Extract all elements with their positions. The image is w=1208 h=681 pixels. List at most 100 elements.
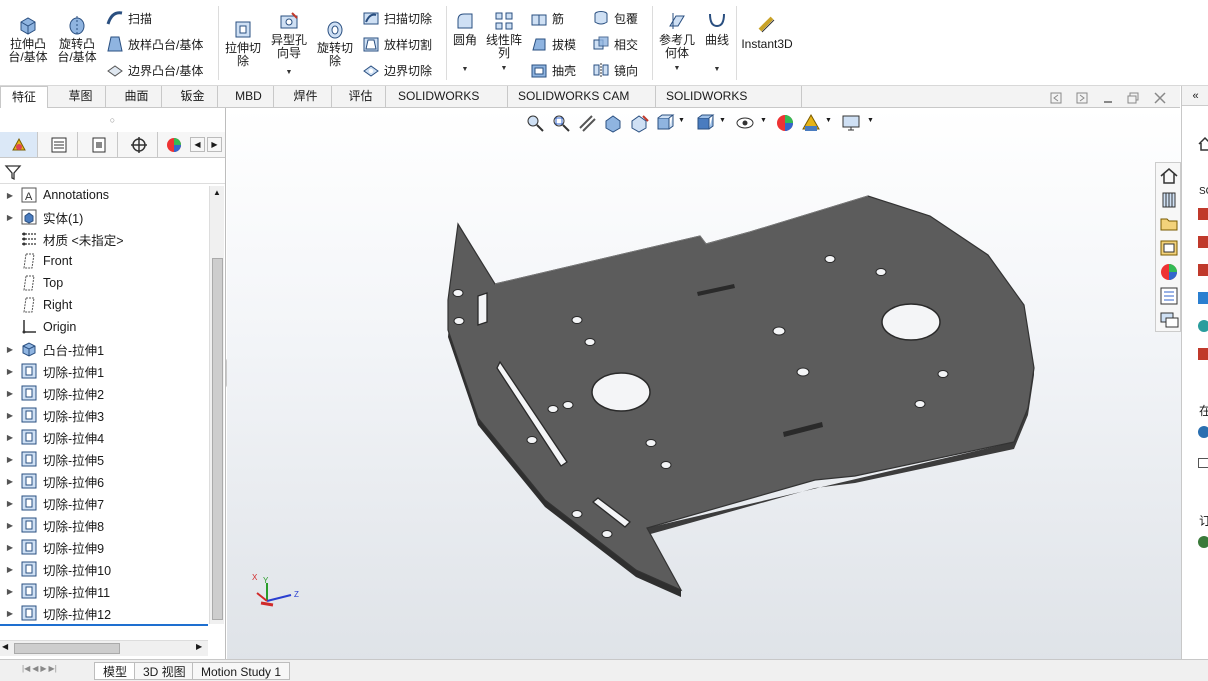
- configuration-manager-tab[interactable]: [80, 132, 118, 157]
- property-manager-tab[interactable]: [40, 132, 78, 157]
- expand-arrow-icon[interactable]: ▶: [0, 455, 20, 464]
- rib-button[interactable]: 筋: [530, 8, 564, 28]
- file-explorer-icon[interactable]: [1158, 213, 1180, 235]
- wrap-button[interactable]: 包覆: [592, 8, 638, 28]
- boundary-boss-button[interactable]: 边界凸台/基体: [106, 60, 203, 80]
- tree-item[interactable]: ▶ 切除-拉伸2: [0, 382, 104, 404]
- tabs-scroll-right-icon[interactable]: ▶: [207, 137, 222, 152]
- expand-arrow-icon[interactable]: ▶: [0, 345, 20, 354]
- tab-sheet-metal[interactable]: 钣金: [168, 86, 218, 107]
- tree-item[interactable]: ▶ 切除-拉伸4: [0, 426, 104, 448]
- tab-model[interactable]: 模型: [94, 662, 137, 680]
- tab-solidworks-cam-tbm[interactable]: SOLIDWORKS CAM TBM: [510, 86, 656, 124]
- fillet-button[interactable]: 圆角 ▼: [450, 10, 480, 76]
- tab-motion-study-1[interactable]: Motion Study 1: [192, 662, 291, 680]
- scroll-right-icon[interactable]: ▶: [196, 642, 202, 651]
- expand-arrow-icon[interactable]: ▶: [0, 587, 20, 596]
- prev-tab-icon[interactable]: ◀: [32, 664, 38, 678]
- resource-link-icon[interactable]: [1198, 320, 1208, 332]
- collapse-task-pane-icon[interactable]: «: [1182, 86, 1208, 106]
- subscription-icon[interactable]: [1198, 536, 1208, 548]
- tree-item[interactable]: ▶ 凸台-拉伸1: [0, 338, 104, 360]
- tree-vertical-scrollbar[interactable]: ▲: [209, 186, 224, 624]
- tree-item[interactable]: ▶ 切除-拉伸12: [0, 602, 111, 624]
- custom-properties-icon[interactable]: [1158, 285, 1180, 307]
- filter-bar[interactable]: [0, 160, 225, 184]
- h-scrollbar-thumb[interactable]: [14, 643, 120, 654]
- scroll-left-icon[interactable]: ◀: [2, 642, 8, 651]
- expand-arrow-icon[interactable]: ▶: [0, 411, 20, 420]
- reference-geometry-button[interactable]: 参考几 何体 ▼: [656, 10, 698, 75]
- expand-arrow-icon[interactable]: ▶: [0, 499, 20, 508]
- tree-item[interactable]: ▶ 切除-拉伸8: [0, 514, 104, 536]
- intersect-button[interactable]: 相交: [592, 34, 638, 54]
- tree-item[interactable]: ▶ 切除-拉伸9: [0, 536, 104, 558]
- globe-icon[interactable]: [1198, 426, 1208, 438]
- appearances-icon[interactable]: [1158, 261, 1180, 283]
- linear-pattern-dropdown-icon[interactable]: ▼: [501, 62, 508, 75]
- tree-item[interactable]: ▶ 实体(1): [0, 206, 83, 228]
- tree-item[interactable]: ▶ 切除-拉伸3: [0, 404, 104, 426]
- home-icon[interactable]: [1158, 165, 1180, 187]
- hole-wizard-button[interactable]: 异型孔 向导 ▼: [268, 10, 310, 79]
- design-library-icon[interactable]: [1158, 189, 1180, 211]
- forum-icon[interactable]: [1158, 309, 1180, 331]
- link-icon[interactable]: [1198, 458, 1208, 468]
- solidworks-resource-icon[interactable]: [1198, 348, 1208, 360]
- tree-item[interactable]: Front: [0, 250, 72, 272]
- part-model[interactable]: [227, 108, 1181, 661]
- restore-left-icon[interactable]: [1050, 92, 1062, 104]
- restore-right-icon[interactable]: [1076, 92, 1088, 104]
- resource-link-icon[interactable]: [1198, 292, 1208, 304]
- view-palette-icon[interactable]: [1158, 237, 1180, 259]
- tree-item[interactable]: ▶ 切除-拉伸10: [0, 558, 111, 580]
- revolve-boss-button[interactable]: 旋转凸 台/基体: [55, 14, 99, 64]
- tab-evaluate[interactable]: 评估: [336, 86, 386, 107]
- close-icon[interactable]: [1154, 92, 1166, 104]
- tree-item[interactable]: ▶ 切除-拉伸11: [0, 580, 110, 602]
- instant3d-button[interactable]: Instant3D: [740, 14, 794, 51]
- mirror-button[interactable]: 镜向: [592, 60, 638, 80]
- expand-arrow-icon[interactable]: ▶: [0, 213, 20, 222]
- expand-arrow-icon[interactable]: ▶: [0, 521, 20, 530]
- tree-item[interactable]: 材质 <未指定>: [0, 228, 124, 250]
- sweep-button[interactable]: 扫描: [106, 8, 152, 28]
- solidworks-resource-icon[interactable]: [1198, 208, 1208, 220]
- next-tab-icon[interactable]: ▶: [40, 664, 46, 678]
- solidworks-resource-icon[interactable]: [1198, 236, 1208, 248]
- filter-icon[interactable]: [4, 163, 22, 181]
- loft-cut-button[interactable]: 放样切割: [362, 34, 432, 54]
- tree-item[interactable]: ▶ 切除-拉伸1: [0, 360, 104, 382]
- scroll-up-icon[interactable]: ▲: [213, 188, 221, 197]
- tab-surfaces[interactable]: 曲面: [112, 86, 162, 107]
- linear-pattern-button[interactable]: 线性阵 列 ▼: [484, 10, 524, 75]
- tab-features[interactable]: 特征: [0, 86, 48, 108]
- expand-arrow-icon[interactable]: ▶: [0, 367, 20, 376]
- tree-item[interactable]: ▶ 切除-拉伸7: [0, 492, 104, 514]
- expand-arrow-icon[interactable]: ▶: [0, 389, 20, 398]
- curves-dropdown-icon[interactable]: ▼: [714, 63, 721, 76]
- tab-mbd[interactable]: MBD: [224, 86, 274, 107]
- expand-arrow-icon[interactable]: ▶: [0, 477, 20, 486]
- minimize-icon[interactable]: [1102, 92, 1114, 104]
- curves-button[interactable]: 曲线 ▼: [702, 10, 732, 76]
- fillet-dropdown-icon[interactable]: ▼: [462, 63, 469, 76]
- tree-item[interactable]: ▶ 切除-拉伸5: [0, 448, 104, 470]
- reference-geometry-dropdown-icon[interactable]: ▼: [674, 62, 681, 75]
- dimxpert-tab[interactable]: [120, 132, 158, 157]
- extrude-boss-button[interactable]: 拉伸凸 台/基体: [6, 14, 50, 64]
- shell-button[interactable]: 抽壳: [530, 60, 576, 80]
- feature-manager-tab[interactable]: [0, 132, 38, 157]
- panel-grip[interactable]: ○: [0, 108, 225, 132]
- tree-item[interactable]: Right: [0, 294, 72, 316]
- tree-item[interactable]: ▶ A Annotations: [0, 184, 109, 206]
- home-icon[interactable]: [1198, 136, 1208, 152]
- tab-3d-views[interactable]: 3D 视图: [134, 662, 195, 680]
- revolve-cut-button[interactable]: 旋转切 除: [314, 18, 356, 68]
- maximize-icon[interactable]: [1127, 92, 1139, 104]
- expand-arrow-icon[interactable]: ▶: [0, 565, 20, 574]
- first-tab-icon[interactable]: |◀: [22, 664, 30, 678]
- tree-horizontal-scrollbar[interactable]: ◀ ▶: [0, 640, 208, 656]
- tab-solidworks-inspection[interactable]: SOLIDWORKS Inspection: [658, 86, 802, 124]
- display-manager-tab[interactable]: [160, 132, 188, 157]
